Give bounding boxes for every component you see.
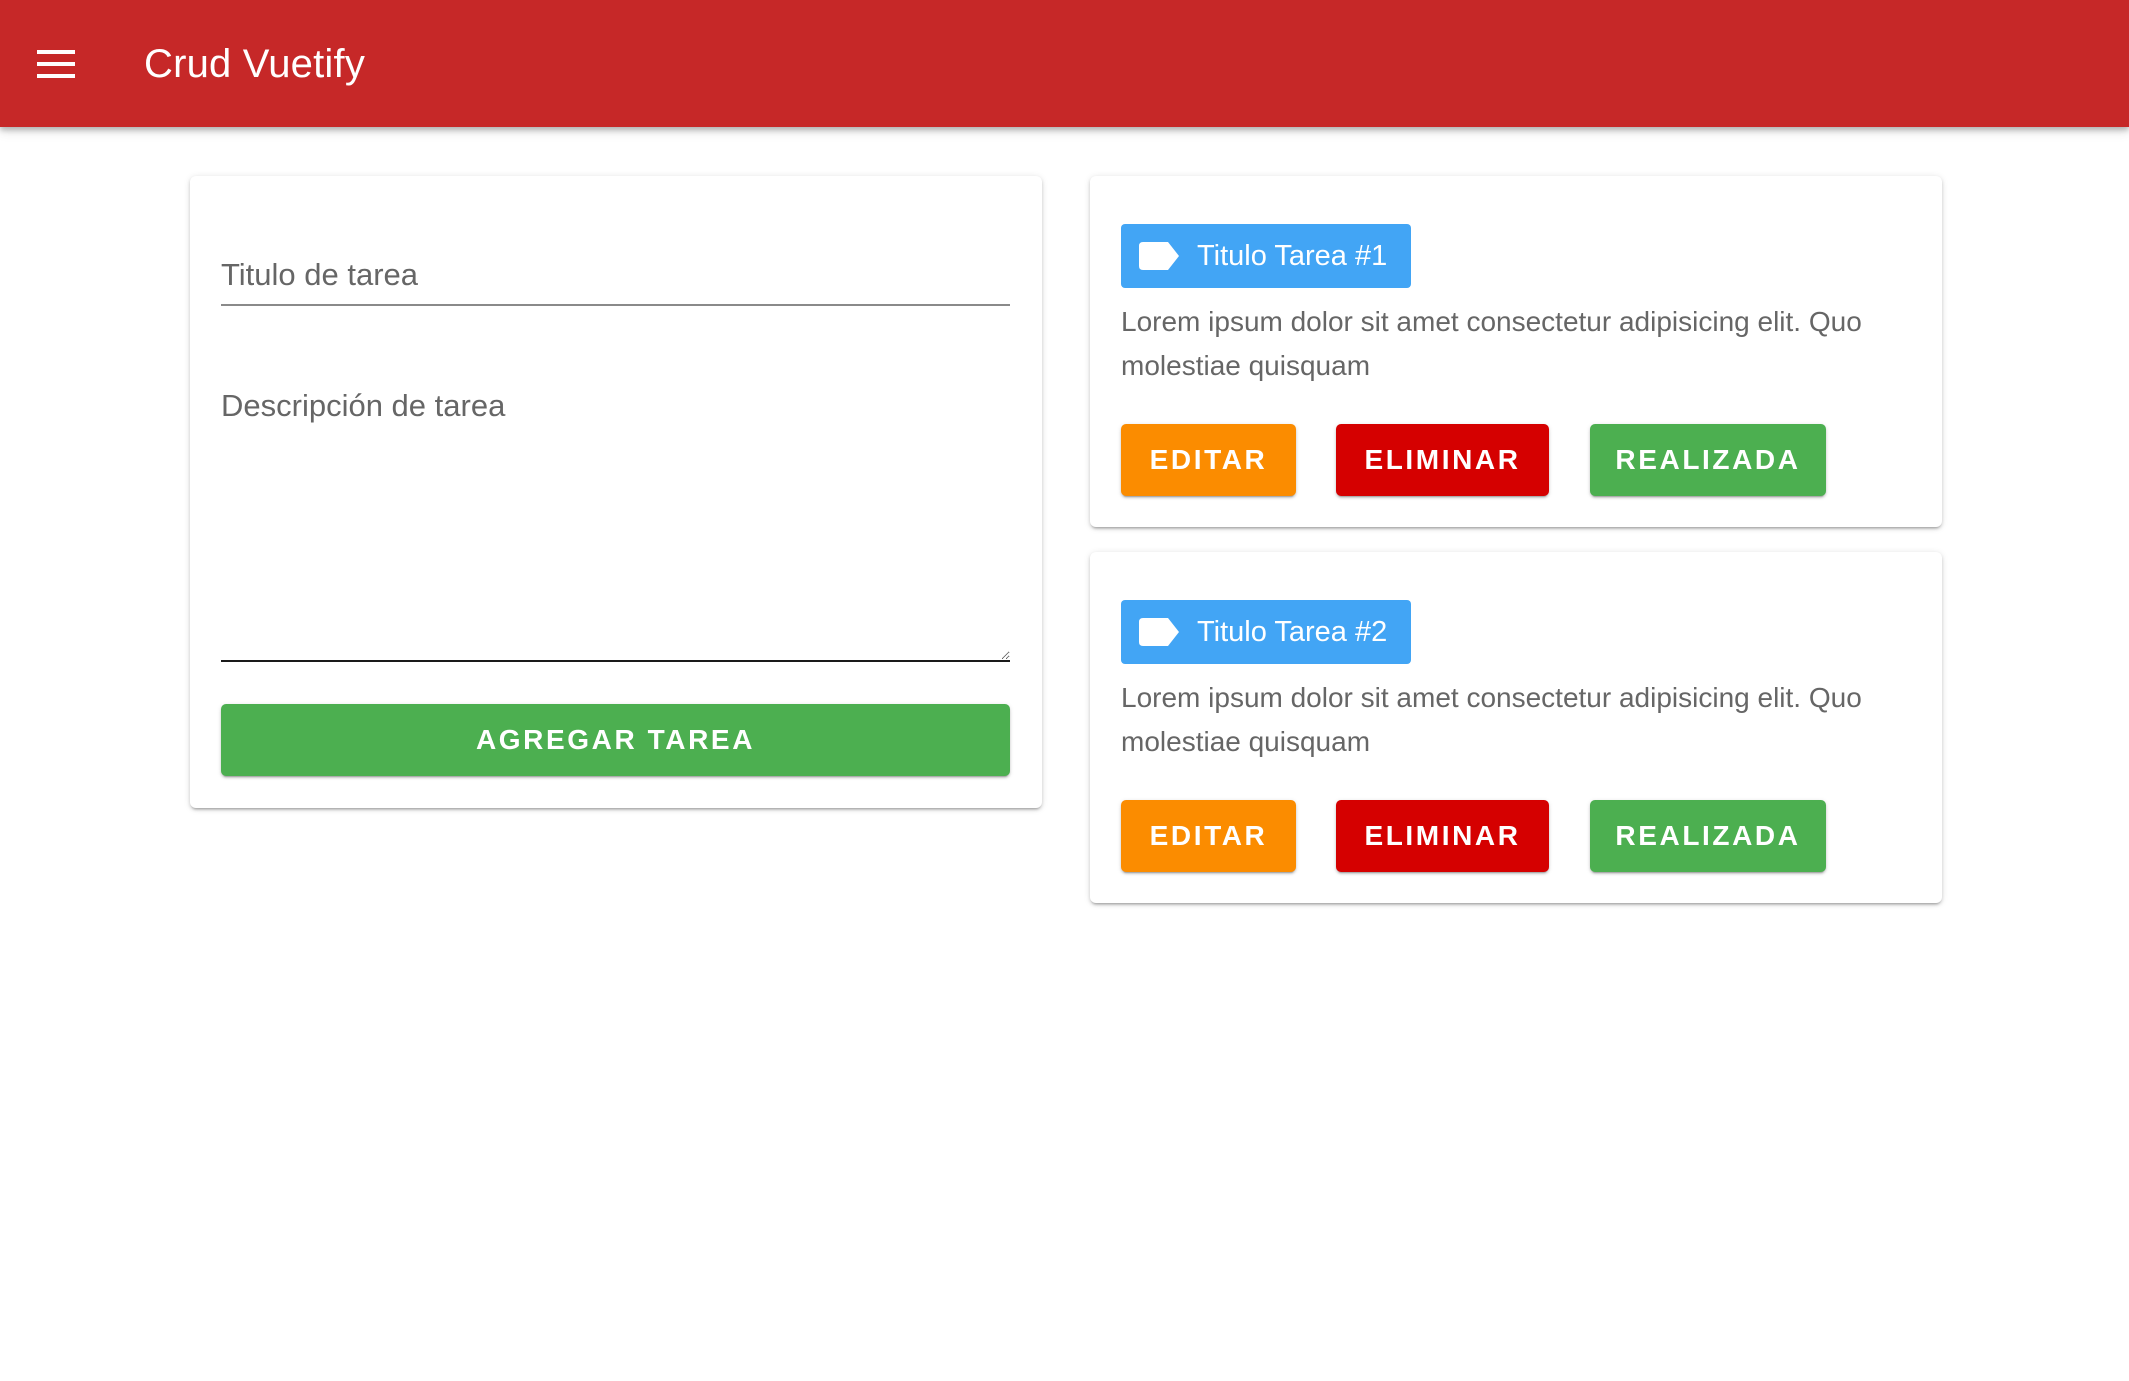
menu-icon-line (37, 74, 75, 78)
label-icon (1139, 618, 1179, 646)
task-form-card: AGREGAR TAREA (190, 176, 1042, 808)
task-description: Lorem ipsum dolor sit amet consectetur a… (1121, 682, 1862, 757)
menu-icon-line (37, 62, 75, 66)
menu-icon[interactable] (26, 39, 86, 89)
task-title-chip[interactable]: Titulo Tarea #1 (1121, 224, 1412, 288)
label-icon (1139, 242, 1179, 270)
title-input[interactable] (221, 246, 1010, 304)
menu-icon-line (37, 50, 75, 54)
app-title: Crud Vuetify (144, 42, 366, 86)
add-task-button[interactable]: AGREGAR TAREA (221, 704, 1010, 776)
edit-button[interactable]: EDITAR (1121, 800, 1296, 872)
task-title-chip[interactable]: Titulo Tarea #2 (1121, 600, 1412, 664)
task-title: Titulo Tarea #1 (1197, 239, 1388, 272)
app-bar: Crud Vuetify (0, 0, 2129, 127)
done-button[interactable]: REALIZADA (1590, 800, 1826, 872)
edit-button[interactable]: EDITAR (1121, 424, 1296, 496)
delete-button[interactable]: ELIMINAR (1336, 800, 1549, 872)
task-card: Titulo Tarea #1 Lorem ipsum dolor sit am… (1090, 176, 1942, 527)
task-card: Titulo Tarea #2 Lorem ipsum dolor sit am… (1090, 552, 1942, 903)
description-field (221, 386, 1010, 662)
done-button[interactable]: REALIZADA (1590, 424, 1826, 496)
task-description: Lorem ipsum dolor sit amet consectetur a… (1121, 306, 1862, 381)
delete-button[interactable]: ELIMINAR (1336, 424, 1549, 496)
task-title: Titulo Tarea #2 (1197, 615, 1388, 648)
title-field (221, 246, 1010, 306)
description-textarea[interactable] (221, 386, 1010, 660)
